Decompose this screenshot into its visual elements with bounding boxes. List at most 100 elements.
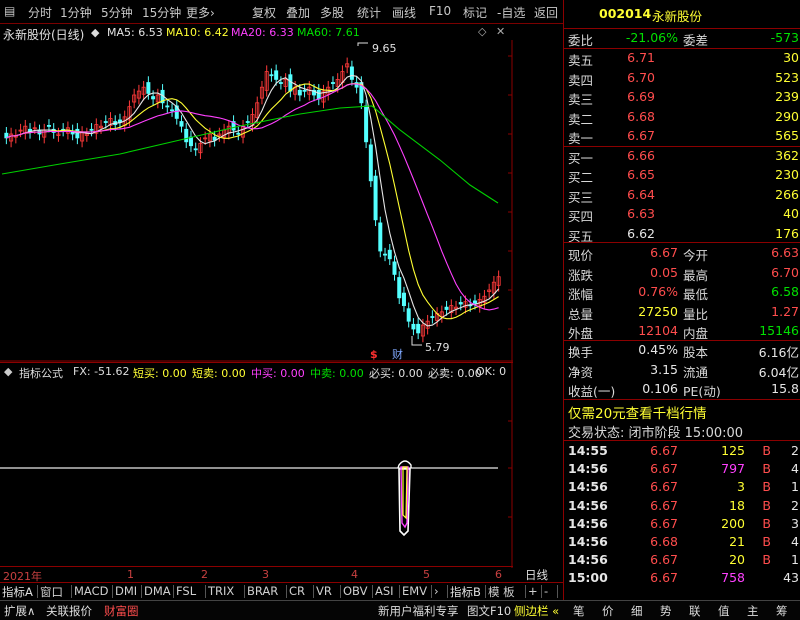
candle-body <box>184 128 189 143</box>
indicator-tab[interactable]: - <box>544 584 548 598</box>
tick-count: 4 <box>791 534 799 549</box>
candle-body <box>288 74 293 92</box>
stat-value: 6.67 <box>650 245 678 260</box>
expand-button[interactable]: 扩展∧ <box>4 603 35 619</box>
candle-body <box>170 109 175 112</box>
weibi-label: 委比 <box>568 33 594 48</box>
indicator-tab[interactable]: BRAR <box>247 584 278 598</box>
low-price-label: 5.79 <box>425 341 450 354</box>
moving-average-lines <box>1 74 500 327</box>
indicator-tab[interactable]: OBV <box>343 584 367 598</box>
indicator-tab[interactable]: VR <box>316 584 332 598</box>
indicator-tab[interactable]: 指标B <box>450 584 481 600</box>
indicator-tab[interactable]: CR <box>289 584 305 598</box>
panel-tab[interactable]: 势 <box>660 603 672 619</box>
stat-label: 净资 <box>568 364 594 380</box>
indicator-tab[interactable]: 模 板 <box>488 584 515 600</box>
dividend-marker[interactable]: $ <box>370 348 378 361</box>
buy-price[interactable]: 6.62 <box>627 226 655 241</box>
stat-label: 换手 <box>568 345 594 360</box>
sell-volume: 523 <box>775 69 799 85</box>
indicator-tab[interactable]: ASI <box>375 584 394 598</box>
trade-state: 交易状态: 闭市阶段 15:00:00 <box>568 426 744 441</box>
panel-tab[interactable]: 值 <box>718 603 730 619</box>
buy-volume: 362 <box>775 148 799 163</box>
tick-price: 6.67 <box>650 479 678 495</box>
tick-direction: B <box>762 461 771 477</box>
panel-tab[interactable]: 联 <box>689 603 701 619</box>
indicator-tab[interactable]: + <box>528 584 538 598</box>
btn-diejia[interactable]: 叠加 <box>286 4 310 21</box>
f10-button[interactable]: 图文F10 <box>467 603 511 619</box>
sell-price[interactable]: 6.71 <box>627 50 655 65</box>
tab-fenshi[interactable]: 分时 <box>28 4 52 21</box>
month-label: 6 <box>495 568 502 581</box>
stat-value: 0.76% <box>638 284 678 299</box>
new-user-promo[interactable]: 新用户福利专享 <box>378 603 459 619</box>
related-quote-button[interactable]: 关联报价 <box>46 603 92 619</box>
buy-price[interactable]: 6.64 <box>627 187 655 202</box>
weicha-value: -573 <box>770 30 799 45</box>
indicator-tab[interactable]: DMA <box>144 584 171 598</box>
indicator-tab[interactable]: EMV <box>402 584 427 598</box>
btn-huaxian[interactable]: 画线 <box>392 4 416 21</box>
sell-price[interactable]: 6.70 <box>627 70 655 85</box>
buy-price[interactable]: 6.66 <box>627 148 655 163</box>
btn-duogu[interactable]: 多股 <box>320 4 344 21</box>
btn-zixuan[interactable]: -自选 <box>497 4 525 21</box>
stock-code: 002014 <box>599 6 652 21</box>
stat-value: 6.04亿 <box>758 364 799 380</box>
buy-level-label: 买一 <box>568 151 594 166</box>
tab-5min[interactable]: 5分钟 <box>101 4 133 21</box>
candle-body <box>411 323 416 330</box>
indicator-tab[interactable]: FSL <box>176 584 196 598</box>
indicator-tab[interactable]: › <box>434 584 439 598</box>
high-price-label: 9.65 <box>372 42 397 55</box>
candle-body <box>165 105 170 108</box>
sidebar-toggle[interactable]: 侧边栏 « <box>514 603 559 619</box>
tab-more[interactable]: 更多› <box>186 4 215 21</box>
period-label[interactable]: 日线 <box>525 567 548 583</box>
indicator-tab[interactable]: MACD <box>74 584 108 598</box>
sell-price[interactable]: 6.68 <box>627 109 655 124</box>
ma60-value: MA60: 7.61 <box>297 26 360 39</box>
candle-body <box>89 128 94 131</box>
tick-volume: 797 <box>721 461 745 477</box>
btn-tongji[interactable]: 统计 <box>357 4 381 21</box>
sell-price[interactable]: 6.67 <box>627 128 655 143</box>
tick-direction: B <box>762 515 771 531</box>
candle-body <box>373 175 378 221</box>
btn-fuquan[interactable]: 复权 <box>252 4 276 21</box>
tick-direction: B <box>762 479 771 495</box>
btn-back[interactable]: 返回 <box>534 4 558 21</box>
indicator-tab[interactable]: TRIX <box>208 584 234 598</box>
wealth-circle-button[interactable]: 财富圈 <box>104 603 139 619</box>
panel-tab[interactable]: 笔 <box>573 603 585 619</box>
panel-tab[interactable]: 价 <box>602 603 614 619</box>
dropdown-icon[interactable]: ◆ <box>91 26 99 39</box>
close-icon[interactable]: ✕ <box>496 25 505 38</box>
candle-body <box>188 136 193 147</box>
finance-marker[interactable]: 财 <box>392 347 403 361</box>
panel-tab[interactable]: 筹 <box>776 603 788 619</box>
sell-price[interactable]: 6.69 <box>627 89 655 104</box>
buy-price[interactable]: 6.65 <box>627 167 655 182</box>
indicator-tab[interactable]: DMI <box>115 584 137 598</box>
promo-link[interactable]: 仅需20元查看千档行情 <box>568 402 707 422</box>
buy-level-label: 买三 <box>568 189 594 205</box>
stat-label: 量比 <box>683 306 709 322</box>
btn-f10[interactable]: F10 <box>429 4 451 18</box>
btn-biaoji[interactable]: 标记 <box>463 4 487 21</box>
tab-1min[interactable]: 1分钟 <box>60 4 92 21</box>
weicha-label: 委差 <box>683 33 709 48</box>
indicator-chart[interactable]: 50.000.00-50.00 <box>0 363 513 568</box>
tab-15min[interactable]: 15分钟 <box>142 4 181 21</box>
buy-price[interactable]: 6.63 <box>627 206 655 221</box>
panel-tab[interactable]: 主 <box>747 603 759 619</box>
panel-tab[interactable]: 细 <box>631 603 643 619</box>
indicator-tab[interactable]: 窗口 <box>40 584 63 600</box>
settings-diamond-icon[interactable]: ◇ <box>478 25 486 38</box>
indicator-tab[interactable]: 指标A <box>2 584 33 600</box>
kline-chart[interactable]: 9.65 5.79 $ 财 9.509.008.508.007.507.006.… <box>0 40 513 362</box>
menu-icon[interactable]: ▤ <box>4 4 15 18</box>
